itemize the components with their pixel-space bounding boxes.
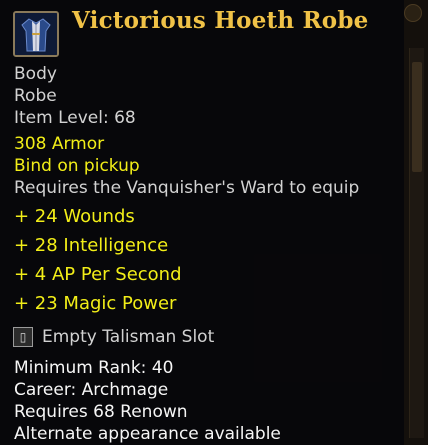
- stat-line: + 4 AP Per Second: [14, 264, 182, 285]
- item-tooltip: Victorious Hoeth Robe Body Robe Item Lev…: [0, 0, 404, 445]
- talisman-slot: Empty Talisman Slot: [42, 327, 215, 347]
- robe-icon: [13, 11, 59, 57]
- item-requirement: Requires the Vanquisher's Ward to equip: [14, 178, 360, 198]
- stat-line: + 28 Intelligence: [14, 235, 169, 256]
- renown-requirement: Requires 68 Renown: [14, 402, 188, 422]
- career: Career: Archmage: [14, 380, 169, 400]
- scrollbar-thumb[interactable]: [412, 62, 422, 172]
- stat-line: + 23 Magic Power: [14, 293, 177, 314]
- item-level: Item Level: 68: [14, 108, 136, 128]
- talisman-slot-icon: ▯: [13, 327, 33, 347]
- close-icon[interactable]: [404, 4, 422, 22]
- alternate-appearance: Alternate appearance available: [14, 424, 281, 444]
- stat-line: + 24 Wounds: [14, 206, 135, 227]
- item-name: Victorious Hoeth Robe: [72, 7, 369, 34]
- scrollbar[interactable]: [409, 48, 424, 438]
- minimum-rank: Minimum Rank: 40: [14, 358, 174, 378]
- item-bind: Bind on pickup: [14, 156, 140, 176]
- item-slot: Body: [14, 64, 57, 84]
- item-type: Robe: [14, 86, 57, 106]
- item-armor: 308 Armor: [14, 134, 105, 154]
